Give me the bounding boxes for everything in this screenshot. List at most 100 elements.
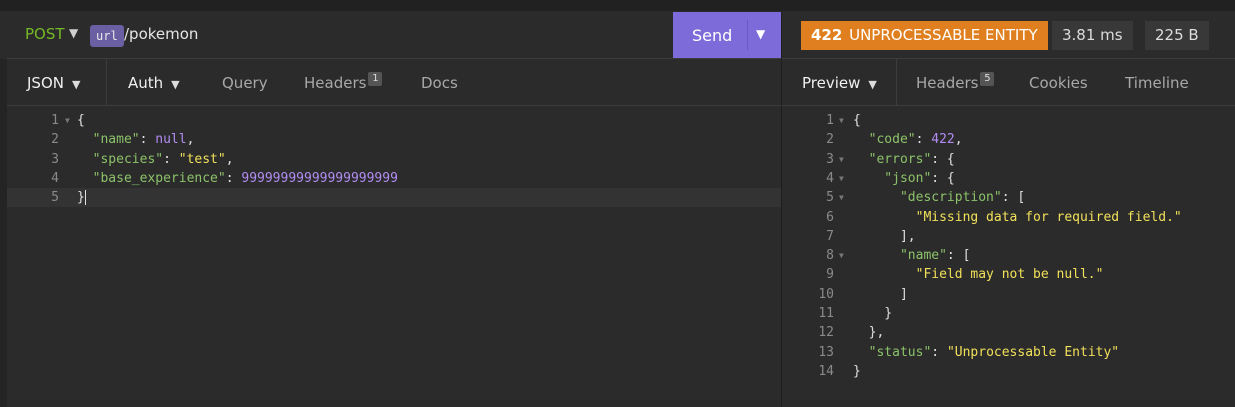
chevron-down-icon[interactable]: ▼	[69, 26, 78, 40]
line-number: 9	[826, 267, 834, 283]
url-bar: POST ▼ url /pokemon Send ▼	[7, 12, 781, 59]
code-text: {	[77, 111, 85, 130]
send-divider	[747, 20, 748, 50]
code-text: "species": "test",	[77, 150, 234, 169]
status-code: 422	[811, 26, 843, 44]
code-token: "code"	[853, 132, 916, 148]
code-token: "description"	[853, 190, 1002, 206]
code-token: null	[155, 132, 187, 148]
code-token: 422	[931, 132, 955, 148]
line-number: 1	[826, 113, 834, 128]
line-number: 6	[826, 209, 834, 225]
fold-arrow-icon[interactable]: ▼	[839, 246, 844, 265]
line-number: 5	[51, 190, 59, 206]
chevron-down-icon: ▼	[71, 78, 81, 91]
code-token: "errors"	[853, 151, 932, 167]
tab-label: Headers	[304, 74, 367, 92]
url-variable-tag[interactable]: url	[90, 25, 124, 47]
code-token: "Unprocessable Entity"	[946, 344, 1120, 360]
code-token: :	[163, 151, 179, 167]
tab-timeline[interactable]: Timeline	[1125, 74, 1189, 92]
fold-arrow-icon[interactable]: ▼	[839, 111, 844, 130]
code-token: {	[853, 113, 861, 128]
tab-body-json[interactable]: JSON ▼	[27, 74, 80, 92]
send-button[interactable]: Send ▼	[673, 12, 781, 58]
chevron-down-icon[interactable]: ▼	[756, 27, 765, 41]
response-preview[interactable]: 1 ▼{2 "code": 422, 3 ▼ "errors": {4 ▼ "json"…	[782, 106, 1235, 407]
code-token: },	[853, 325, 885, 341]
code-token: "Field may not be null."	[853, 267, 1104, 283]
code-text: ]	[853, 285, 908, 304]
code-text: "name": null,	[77, 130, 195, 149]
request-tabs: JSON ▼ Auth ▼ Query Headers 1 Docs	[7, 59, 781, 106]
line-number: 10	[818, 286, 834, 302]
code-token: ,	[186, 132, 195, 148]
line-number: 7	[826, 228, 834, 244]
code-token: : {	[931, 151, 955, 167]
tab-separator	[106, 59, 107, 105]
code-token: :	[931, 344, 947, 360]
fold-arrow-icon[interactable]: ▼	[839, 150, 844, 169]
tab-docs[interactable]: Docs	[421, 74, 458, 92]
status-badge: 422 UNPROCESSABLE ENTITY	[801, 21, 1048, 50]
line-number: 11	[818, 306, 834, 321]
code-token: "json"	[853, 170, 932, 186]
tab-label: Auth	[128, 74, 164, 92]
request-body-editor[interactable]: 1 ▼{2 "name": null, 3 "species": "test", 4 …	[7, 106, 781, 407]
tab-response-headers[interactable]: Headers 5	[916, 72, 995, 93]
code-text: "name": [	[853, 246, 970, 265]
code-text: }	[853, 304, 892, 323]
code-text: "description": [	[853, 188, 1025, 207]
fold-arrow-icon[interactable]: ▼	[839, 169, 844, 188]
response-time: 3.81 ms	[1052, 21, 1133, 50]
line-number: 5	[826, 190, 834, 206]
code-text: }	[853, 362, 861, 381]
code-token: : {	[931, 170, 955, 186]
headers-count-badge: 1	[368, 72, 383, 86]
tab-query[interactable]: Query	[222, 74, 268, 92]
code-token: ],	[853, 228, 916, 244]
response-headers-count-badge: 5	[980, 72, 995, 86]
chevron-down-icon: ▼	[171, 78, 180, 91]
code-token: "Missing data for required field."	[853, 209, 1182, 225]
line-number: 8	[826, 248, 834, 264]
left-edge	[0, 59, 7, 407]
code-token: {	[77, 113, 85, 128]
code-text: ],	[853, 227, 916, 246]
line-number: 1	[51, 113, 59, 128]
line-number: 12	[818, 325, 834, 341]
send-button-label[interactable]: Send	[692, 26, 732, 45]
code-token: "test"	[178, 151, 226, 167]
tab-headers[interactable]: Headers 1	[304, 72, 383, 93]
code-token: 99999999999999999999	[241, 170, 398, 186]
code-text: "Field may not be null."	[853, 265, 1104, 284]
code-token: "name"	[853, 248, 947, 264]
fold-arrow-icon[interactable]: ▼	[839, 188, 844, 207]
code-token: "status"	[853, 344, 932, 360]
method-dropdown[interactable]: POST	[25, 25, 65, 43]
code-token: ]	[853, 286, 908, 302]
code-text: "Missing data for required field."	[853, 208, 1182, 227]
tab-preview[interactable]: Preview ▼	[802, 74, 877, 92]
code-token: :	[225, 170, 242, 186]
status-text: UNPROCESSABLE ENTITY	[849, 26, 1038, 44]
code-token: }	[853, 306, 893, 321]
line-number: 2	[826, 132, 834, 148]
tab-label: Headers	[916, 74, 979, 92]
code-text: }	[77, 188, 86, 207]
tab-cookies[interactable]: Cookies	[1029, 74, 1088, 92]
code-token: : [	[946, 248, 971, 264]
code-text: },	[853, 323, 885, 342]
tab-separator	[896, 59, 897, 105]
tab-auth[interactable]: Auth ▼	[128, 74, 180, 92]
response-status-bar: 422 UNPROCESSABLE ENTITY 3.81 ms 225 B	[782, 12, 1235, 59]
text-cursor	[84, 190, 86, 206]
code-token: : [	[1001, 190, 1026, 206]
url-input[interactable]: /pokemon	[124, 25, 198, 43]
code-token: ,	[954, 132, 963, 148]
fold-arrow-icon[interactable]: ▼	[65, 111, 70, 130]
code-text: "base_experience": 99999999999999999999	[77, 169, 398, 188]
response-tabs: Preview ▼ Headers 5 Cookies Timeline	[782, 59, 1235, 106]
line-number: 4	[826, 170, 834, 186]
code-text: "code": 422,	[853, 130, 963, 149]
